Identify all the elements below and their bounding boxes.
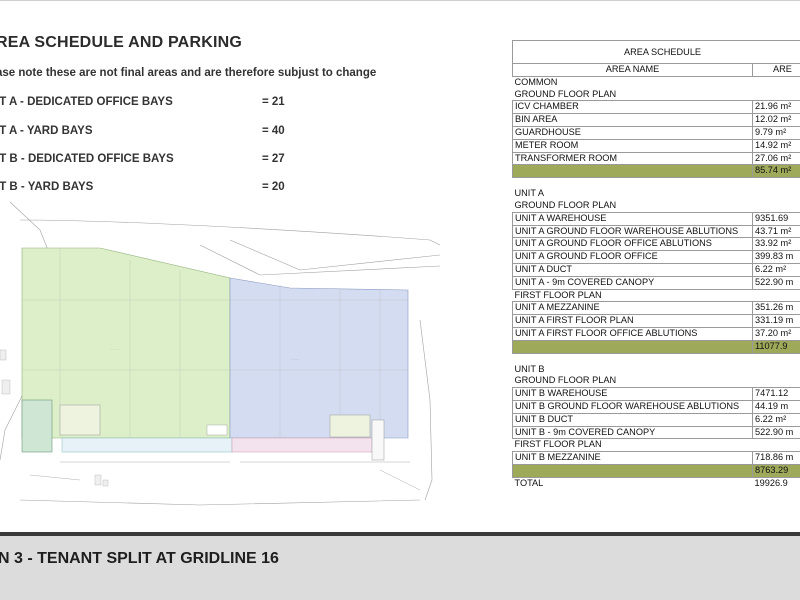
section-subheading: GROUND FLOOR PLAN [514, 88, 617, 99]
subtotal-row: 85.74 m² [512, 164, 800, 179]
table-row: UNIT A WAREHOUSE 9351.69 [512, 211, 800, 226]
table-row: UNIT B GROUND FLOOR WAREHOUSE ABLUTIONS 4… [512, 399, 800, 414]
grand-total-label: TOTAL [514, 477, 544, 488]
table-row: UNIT B MEZZANINE 718.86 m [512, 451, 800, 465]
bay-value-unit-b-office: = 27 [262, 153, 285, 165]
section-subheading: GROUND FLOOR PLAN [514, 375, 617, 386]
table-row: UNIT A GROUND FLOOR OFFICE ABLUTIONS 33.9… [512, 237, 800, 252]
disclaimer-note: ase note these are not final areas and a… [0, 67, 377, 79]
table-row: UNIT A FIRST FLOOR OFFICE ABLUTIONS 37.20… [512, 326, 800, 341]
schedule-caption: AREA SCHEDULE [511, 40, 800, 64]
column-header-area: ARE [751, 63, 800, 77]
unit-a-zone [21, 247, 231, 439]
table-row: UNIT A GROUND FLOOR WAREHOUSE ABLUTIONS 4… [512, 224, 800, 239]
section-heading: UNIT A [514, 188, 544, 199]
table-row: UNIT A GROUND FLOOR OFFICE 399.83 m [512, 250, 800, 264]
table-row: UNIT A - 9m COVERED CANOPY 522.90 m [512, 275, 800, 290]
bay-label-unit-a-yard: IT A - YARD BAYS [0, 125, 93, 137]
svg-text:·· ···· ···: ·· ···· ··· [110, 348, 119, 351]
table-row: UNIT B - 9m COVERED CANOPY 522.90 m [512, 425, 800, 440]
top-divider [0, 0, 800, 1]
bay-value-unit-a-yard: = 40 [262, 125, 285, 137]
section-subheading: FIRST FLOOR PLAN [514, 439, 602, 450]
bay-label-unit-b-yard: IT B - YARD BAYS [0, 181, 94, 193]
section-heading: COMMON [514, 76, 558, 87]
section-subheading: GROUND FLOOR PLAN [514, 199, 617, 210]
bay-value-unit-a-office: = 21 [262, 96, 285, 108]
schedule-header-row: AREA NAME ARE [512, 63, 800, 77]
column-header-area-name: AREA NAME [512, 63, 753, 77]
section-heading: UNIT B [514, 363, 545, 374]
grand-total-row: TOTAL 19926.9 [513, 477, 800, 489]
svg-text:·· ···· ···: ·· ···· ··· [290, 358, 299, 361]
section-subheading: FIRST FLOOR PLAN [514, 289, 602, 300]
table-row: UNIT B WAREHOUSE 7471.12 [512, 387, 800, 401]
bay-label-unit-b-office: IT B - DEDICATED OFFICE BAYS [0, 153, 174, 165]
subtotal-row: 8763.29 [512, 463, 800, 478]
subtotal-row: 11077.9 [512, 339, 800, 354]
table-row: ICV CHAMBER 21.96 m² [512, 100, 800, 115]
bay-label-unit-a-office: IT A - DEDICATED OFFICE BAYS [0, 96, 173, 108]
page-title: REA SCHEDULE AND PARKING [0, 34, 242, 51]
footer-strip [0, 532, 800, 536]
bay-value-unit-b-yard: = 20 [262, 181, 285, 193]
grand-total-value: 19926.9 [754, 477, 788, 488]
unit-b-zone [229, 277, 409, 439]
table-row: GUARDHOUSE 9.79 m² [512, 125, 800, 140]
table-row: UNIT A DUCT 6.22 m² [512, 262, 800, 277]
table-row: METER ROOM 14.92 m² [512, 138, 800, 153]
table-row: BIN AREA 12.02 m² [512, 113, 800, 127]
table-row: UNIT A MEZZANINE 351.26 m [512, 301, 800, 316]
table-row: UNIT A FIRST FLOOR PLAN 331.19 m [512, 314, 800, 328]
area-schedule-table: AREA SCHEDULE AREA NAME ARE COMMON GROUN… [511, 40, 800, 490]
schedule-caption-row: AREA SCHEDULE [511, 40, 800, 64]
table-row: UNIT B DUCT 6.22 m² [512, 412, 800, 427]
footer-title: N 3 - TENANT SPLIT AT GRIDLINE 16 [0, 550, 279, 567]
table-row: TRANSFORMER ROOM 27.06 m² [512, 151, 800, 166]
site-plan-drawing: ·· ···· ··· ·· ···· ··· [0, 201, 440, 506]
